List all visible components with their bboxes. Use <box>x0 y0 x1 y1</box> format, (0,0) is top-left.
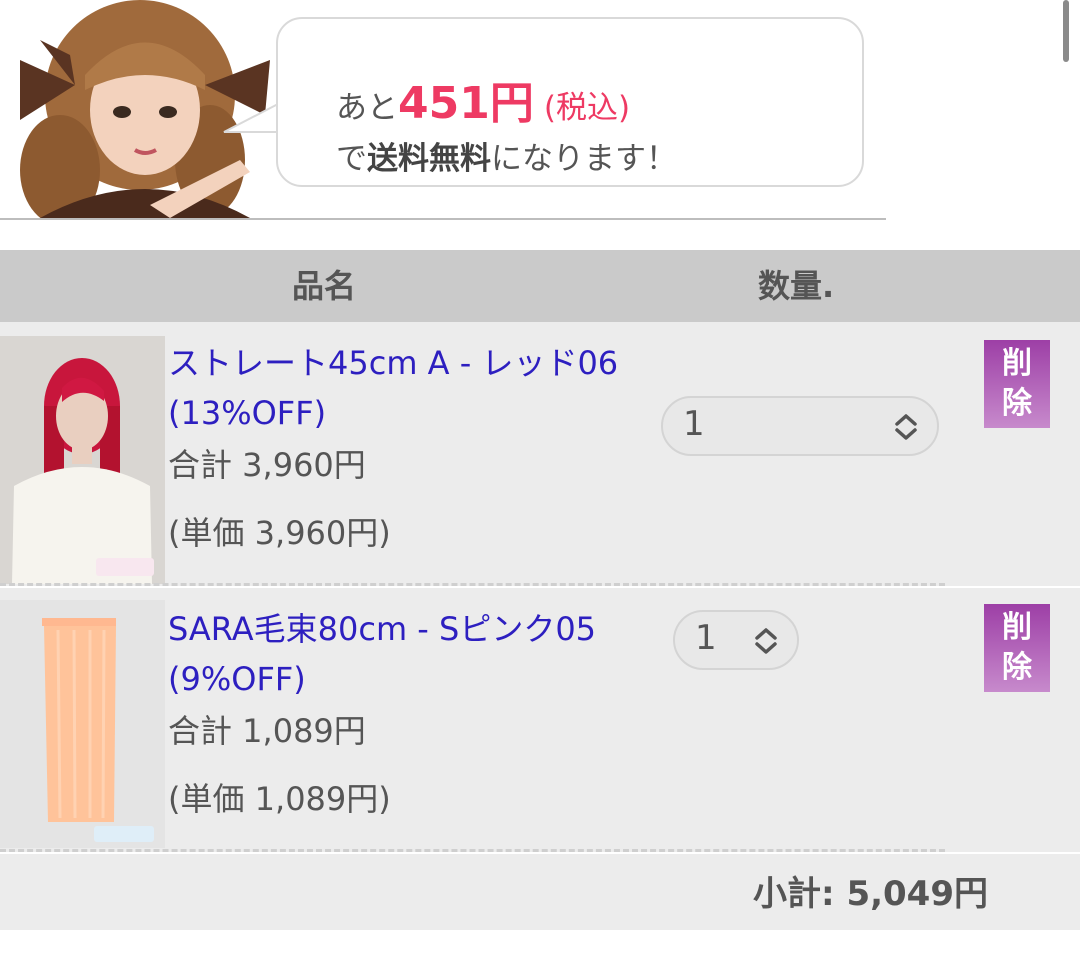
delete-button-label: 削除 <box>1002 610 1032 685</box>
free-shipping-emphasis: 送料無料 <box>367 141 491 177</box>
subtotal-bar: 小計: 5,049円 <box>0 854 1080 930</box>
speech-bubble: あと451円 (税込) で送料無料になります！ <box>276 17 864 187</box>
item-total: 合計 1,089円 <box>168 712 366 750</box>
delete-button-label: 削除 <box>1002 346 1032 421</box>
speech-bubble-tail <box>223 102 282 134</box>
banner-divider <box>0 218 886 220</box>
item-unit-price: (単価 1,089円) <box>168 780 391 818</box>
quantity-value: 1 <box>695 618 717 658</box>
product-link[interactable]: ストレート45cm A - レッド06 (13%OFF) <box>168 338 648 438</box>
header-product-name: 品名 <box>292 267 357 305</box>
product-thumbnail[interactable] <box>0 336 165 584</box>
row-divider <box>0 849 945 852</box>
free-shipping-banner: あと451円 (税込) で送料無料になります！ <box>0 0 1080 230</box>
free-shipping-suffix: になります！ <box>491 141 677 177</box>
scrollbar-thumb[interactable] <box>1063 0 1069 62</box>
remaining-prefix: あと <box>336 90 398 126</box>
cart-table-header: 品名 数量. <box>0 250 1080 322</box>
quantity-select[interactable]: 1 <box>673 610 799 670</box>
quantity-select[interactable]: 1 <box>661 396 939 456</box>
item-total: 合計 3,960円 <box>168 446 366 484</box>
delete-button[interactable]: 削除 <box>984 340 1050 428</box>
remaining-amount-text: あと451円 (税込) <box>336 67 630 131</box>
product-thumbnail[interactable] <box>0 600 165 848</box>
cart-item-row: ストレート45cm A - レッド06 (13%OFF) 合計 3,960円 (… <box>0 322 1080 586</box>
subtotal-amount: 小計: 5,049円 <box>753 874 988 914</box>
remaining-amount: 451円 <box>398 78 534 129</box>
header-quantity: 数量. <box>758 267 835 305</box>
tax-included-note: (税込) <box>543 90 631 126</box>
quantity-value: 1 <box>683 404 705 444</box>
row-divider <box>0 583 945 586</box>
product-link[interactable]: SARA毛束80cm - Sピンク05 (9%OFF) <box>168 604 648 704</box>
free-shipping-text: で送料無料になります！ <box>336 133 677 178</box>
chevron-up-down-icon <box>755 628 777 654</box>
delete-button[interactable]: 削除 <box>984 604 1050 692</box>
chevron-up-down-icon <box>895 414 917 440</box>
cart-item-row: SARA毛束80cm - Sピンク05 (9%OFF) 合計 1,089円 (単… <box>0 588 1080 852</box>
free-shipping-prefix: で <box>336 141 367 177</box>
item-unit-price: (単価 3,960円) <box>168 514 391 552</box>
